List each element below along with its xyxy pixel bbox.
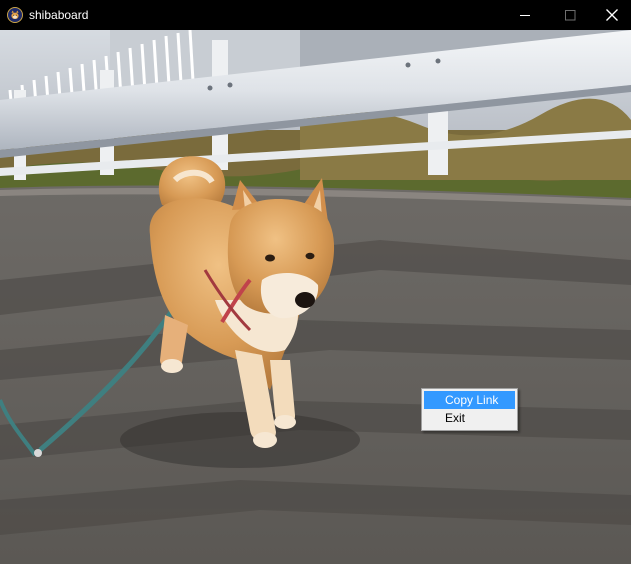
minimize-button[interactable]: [502, 0, 548, 30]
menu-item-exit[interactable]: Exit: [424, 409, 515, 427]
shiba-inu-photo: [0, 30, 631, 564]
maximize-button[interactable]: [547, 0, 593, 30]
window-title: shibaboard: [29, 8, 89, 22]
menu-item-copy-link[interactable]: Copy Link: [424, 391, 515, 409]
shiba-app-icon: [7, 7, 23, 23]
context-menu: Copy Link Exit: [421, 388, 518, 431]
close-icon: [606, 9, 618, 21]
minimize-icon: [519, 14, 530, 16]
app-window: shibaboard Copy Link Exit: [0, 0, 631, 564]
maximize-icon: [564, 9, 575, 20]
title-bar[interactable]: shibaboard: [0, 0, 631, 30]
image-viewport[interactable]: Copy Link Exit: [0, 30, 631, 564]
close-button[interactable]: [593, 0, 631, 30]
